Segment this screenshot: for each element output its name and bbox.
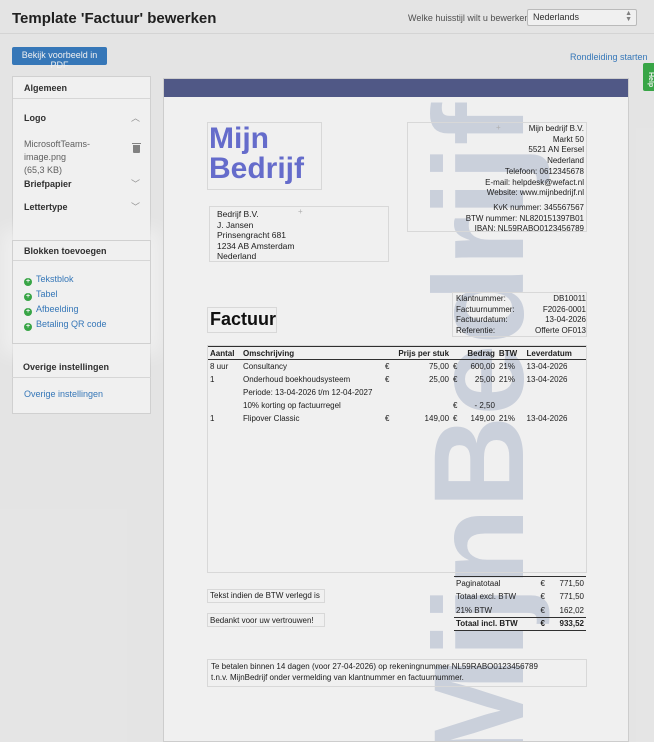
logo-file-size: (65,3 KB) — [24, 165, 63, 175]
invoice-preview: MijnBedrijf Mijn Bedrijf + Mijn bedrijf … — [163, 78, 629, 742]
start-tour-link[interactable]: Rondleiding starten — [570, 52, 648, 62]
header-divider — [0, 33, 654, 34]
sidebar-general-header[interactable]: Algemeen — [13, 77, 150, 99]
add-blocks-title: Blokken toevoegen — [13, 241, 150, 261]
thanks-note: Bedankt voor uw vertrouwen! — [210, 616, 314, 625]
invoice-top-bar — [164, 79, 628, 97]
add-blocks-panel: Blokken toevoegen + Tekstblok + Tabel + Afb… — [12, 240, 151, 344]
totals-table[interactable]: Paginatotaal €771,50 Totaal excl. BTW €771… — [454, 576, 586, 631]
company-registration: KvK nummer: 345567567 BTW nummer: NL8201… — [465, 203, 584, 233]
chevron-up-icon[interactable]: ︿ — [131, 111, 140, 124]
plus-icon: + — [24, 323, 32, 331]
sidebar-section-font[interactable]: Lettertype — [24, 202, 68, 212]
invoice-meta: Klantnummer: DB10011 Factuurnummer: F2026-… — [456, 294, 586, 335]
plus-icon: + — [24, 293, 32, 301]
logo-block[interactable]: Mijn Bedrijf — [207, 122, 322, 190]
other-settings-header: Overige instellingen — [12, 357, 151, 378]
page-title: Template 'Factuur' bewerken — [12, 10, 217, 27]
plus-icon: + — [24, 278, 32, 286]
add-block-image[interactable]: + Afbeelding — [24, 304, 79, 316]
company-logo: Mijn Bedrijf — [209, 122, 305, 185]
totals-row: Totaal incl. BTW €933,52 — [454, 616, 586, 631]
add-block-qr-code[interactable]: + Betaling QR code — [24, 319, 107, 331]
payment-terms: Te betalen binnen 14 dagen (voor 27-04-2… — [211, 662, 538, 682]
vat-shifted-note: Tekst indien de BTW verlegd is — [210, 591, 320, 600]
invoice-lines-block[interactable] — [207, 345, 587, 573]
totals-row: Paginatotaal €771,50 — [454, 576, 586, 590]
logo-file-name: MicrosoftTeams-image.png — [24, 139, 91, 162]
house-style-select[interactable]: Nederlands ▲ ▼ — [527, 9, 637, 26]
move-icon[interactable]: + — [298, 207, 303, 216]
chevron-down-icon[interactable]: ﹀ — [131, 177, 140, 190]
totals-row: 21% BTW €162,02 — [456, 605, 584, 615]
sidebar-section-logo[interactable]: Logo — [24, 113, 46, 123]
customer-address: Bedrijf B.V. J. Jansen Prinsengracht 681… — [217, 209, 295, 262]
logo-file-info: MicrosoftTeams-image.png (65,3 KB) — [24, 138, 124, 177]
company-address: Mijn bedrijf B.V. Markt 50 5521 AN Eerse… — [528, 124, 584, 165]
house-style-label: Welke huisstijl wilt u bewerken? — [408, 13, 535, 23]
select-arrows-icon: ▲ ▼ — [625, 10, 632, 23]
help-tab[interactable]: Help — [643, 63, 654, 91]
add-block-textblock[interactable]: + Tekstblok — [24, 274, 74, 286]
sidebar-section-letterhead[interactable]: Briefpapier — [24, 179, 72, 189]
company-contact: Telefoon: 0612345678 E-mail: helpdesk@we… — [485, 167, 584, 197]
preview-pdf-button[interactable]: Bekijk voorbeeld in PDF — [12, 47, 107, 70]
plus-icon: + — [24, 308, 32, 316]
totals-row: Totaal excl. BTW €771,50 — [456, 592, 584, 602]
house-style-value: Nederlands — [533, 12, 580, 22]
trash-icon[interactable] — [132, 143, 141, 153]
chevron-down-icon[interactable]: ﹀ — [131, 200, 140, 213]
other-settings-link[interactable]: Overige instellingen — [24, 389, 103, 399]
invoice-title: Factuur — [210, 309, 277, 329]
add-block-table[interactable]: + Tabel — [24, 289, 58, 301]
